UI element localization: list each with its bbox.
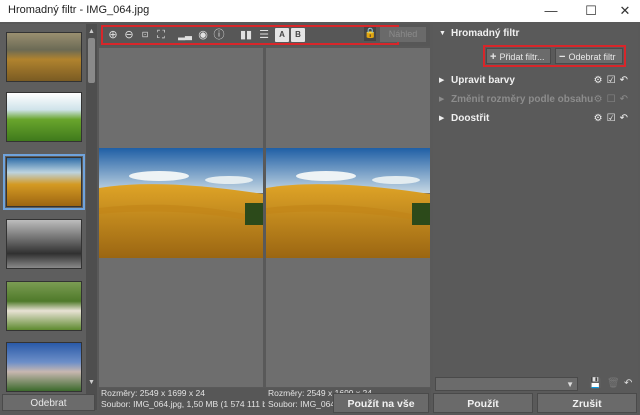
expand-arrow-icon: ▶	[439, 96, 445, 103]
thumbnail-golden-fields[interactable]	[3, 154, 85, 210]
fullscreen-icon[interactable]: ⛶	[154, 28, 168, 42]
split-horizontal-icon[interactable]: ☰	[257, 28, 271, 42]
split-vertical-icon[interactable]: ▮▮	[239, 28, 253, 42]
lock-icon[interactable]: 🔒	[364, 27, 376, 41]
gear-icon: ⚙	[593, 94, 607, 105]
view-tools-group: ⊕ ⊖ ⊡ ⛶ ▂▃ ◉ ⓘ ▮▮ ☰ A B	[101, 25, 399, 45]
close-button[interactable]: ✕	[610, 0, 640, 22]
delete-icon[interactable]: 🗑	[607, 378, 620, 389]
save-icon[interactable]: 💾	[589, 378, 601, 389]
filter-panel: ▼ Hromadný filtr + Přidat filtr... − Odebr…	[433, 24, 638, 410]
app-body: ▲ ▼ Odebrat ⊕ ⊖ ⊡ ⛶ ▂▃ ◉ ⓘ ▮▮ ☰ A B 🔒 Ná…	[0, 22, 640, 415]
undo-icon: ↶	[619, 75, 632, 86]
minimize-button[interactable]: —	[536, 0, 566, 22]
zoom-out-icon[interactable]: ⊖	[122, 28, 136, 42]
scroll-down-icon[interactable]: ▼	[86, 377, 97, 388]
info-original: Rozměry: 2549 x 1699 x 24 Soubor: IMG_06…	[101, 388, 265, 410]
preview-image-filtered	[266, 148, 430, 258]
gear-icon: ⚙	[593, 75, 607, 86]
thumbnail-goat-meadow[interactable]	[6, 281, 82, 331]
title-bar: Hromadný filtr - IMG_064.jpg — ☐ ✕	[0, 0, 640, 22]
collapse-arrow-icon: ▼	[439, 30, 446, 37]
remove-filter-button[interactable]: − Odebrat filtr	[555, 48, 623, 64]
batch-filter-header[interactable]: ▼ Hromadný filtr	[433, 24, 638, 44]
window-title: Hromadný filtr - IMG_064.jpg	[8, 4, 150, 16]
filter-actions[interactable]: ⚙☑↶	[594, 109, 632, 129]
zoom-in-icon[interactable]: ⊕	[106, 28, 120, 42]
circle-icon[interactable]: ◉	[196, 28, 210, 42]
thumbnail-green-hills[interactable]	[6, 92, 82, 142]
preview-image-original	[99, 148, 263, 258]
preview-button[interactable]: Náhled	[380, 27, 426, 42]
chevron-down-icon: ▼	[566, 380, 574, 389]
scroll-thumb[interactable]	[88, 38, 95, 83]
preview-filtered	[266, 48, 430, 387]
apply-button[interactable]: Použít	[433, 393, 533, 413]
thumbnail-windmill[interactable]	[6, 342, 82, 392]
apply-all-button[interactable]: Použít na vše	[333, 393, 429, 413]
checkbox-icon: ☑	[606, 113, 620, 124]
undo-icon: ↶	[619, 113, 632, 124]
filter-actions[interactable]: ⚙☑↶	[594, 71, 632, 91]
thumbnail-strip: ▲ ▼ Odebrat	[0, 24, 97, 411]
scroll-up-icon[interactable]: ▲	[86, 26, 97, 37]
batch-filter-title: Hromadný filtr	[451, 28, 520, 39]
filter-content-aware-resize[interactable]: ▶ Změnit rozměry podle obsahu ⚙☐↶	[433, 90, 638, 110]
filter-actions[interactable]: ⚙☐↶	[594, 90, 632, 110]
view-a-icon[interactable]: A	[275, 28, 289, 42]
checkbox-icon: ☐	[606, 94, 620, 105]
preview-toolbar: ⊕ ⊖ ⊡ ⛶ ▂▃ ◉ ⓘ ▮▮ ☰ A B 🔒 Náhled	[98, 24, 430, 46]
preset-select[interactable]: ▼	[435, 377, 578, 391]
view-b-icon[interactable]: B	[291, 28, 305, 42]
minus-icon: −	[559, 51, 566, 63]
plus-icon: +	[490, 51, 497, 63]
thumbnail-grassland[interactable]	[6, 32, 82, 82]
undo-icon: ↶	[619, 94, 632, 105]
filter-buttons-group: + Přidat filtr... − Odebrat filtr	[483, 45, 626, 67]
remove-image-button[interactable]: Odebrat	[2, 394, 95, 411]
thumbnail-ruins[interactable]	[6, 219, 82, 269]
info-icon[interactable]: ⓘ	[212, 28, 226, 42]
add-filter-button[interactable]: + Přidat filtr...	[486, 48, 551, 64]
filter-adjust-colors[interactable]: ▶ Upravit barvy ⚙☑↶	[433, 71, 638, 91]
cancel-button[interactable]: Zrušit	[537, 393, 637, 413]
preview-original	[99, 48, 263, 387]
file-text: Soubor: IMG_064.jpg, 1,50 MB (1 574 111 …	[101, 399, 265, 409]
reset-icon[interactable]: ↶	[624, 378, 632, 389]
filter-sharpen[interactable]: ▶ Doostřit ⚙☑↶	[433, 109, 638, 129]
checkbox-icon: ☑	[606, 75, 620, 86]
expand-arrow-icon: ▶	[439, 77, 445, 84]
histogram-icon[interactable]: ▂▃	[178, 28, 192, 42]
maximize-button[interactable]: ☐	[576, 0, 606, 22]
gear-icon: ⚙	[593, 113, 607, 124]
thumbnail-scrollbar[interactable]: ▲ ▼	[86, 24, 97, 410]
fit-icon[interactable]: ⊡	[138, 28, 152, 42]
dimensions-text: Rozměry: 2549 x 1699 x 24	[101, 388, 205, 398]
expand-arrow-icon: ▶	[439, 115, 445, 122]
